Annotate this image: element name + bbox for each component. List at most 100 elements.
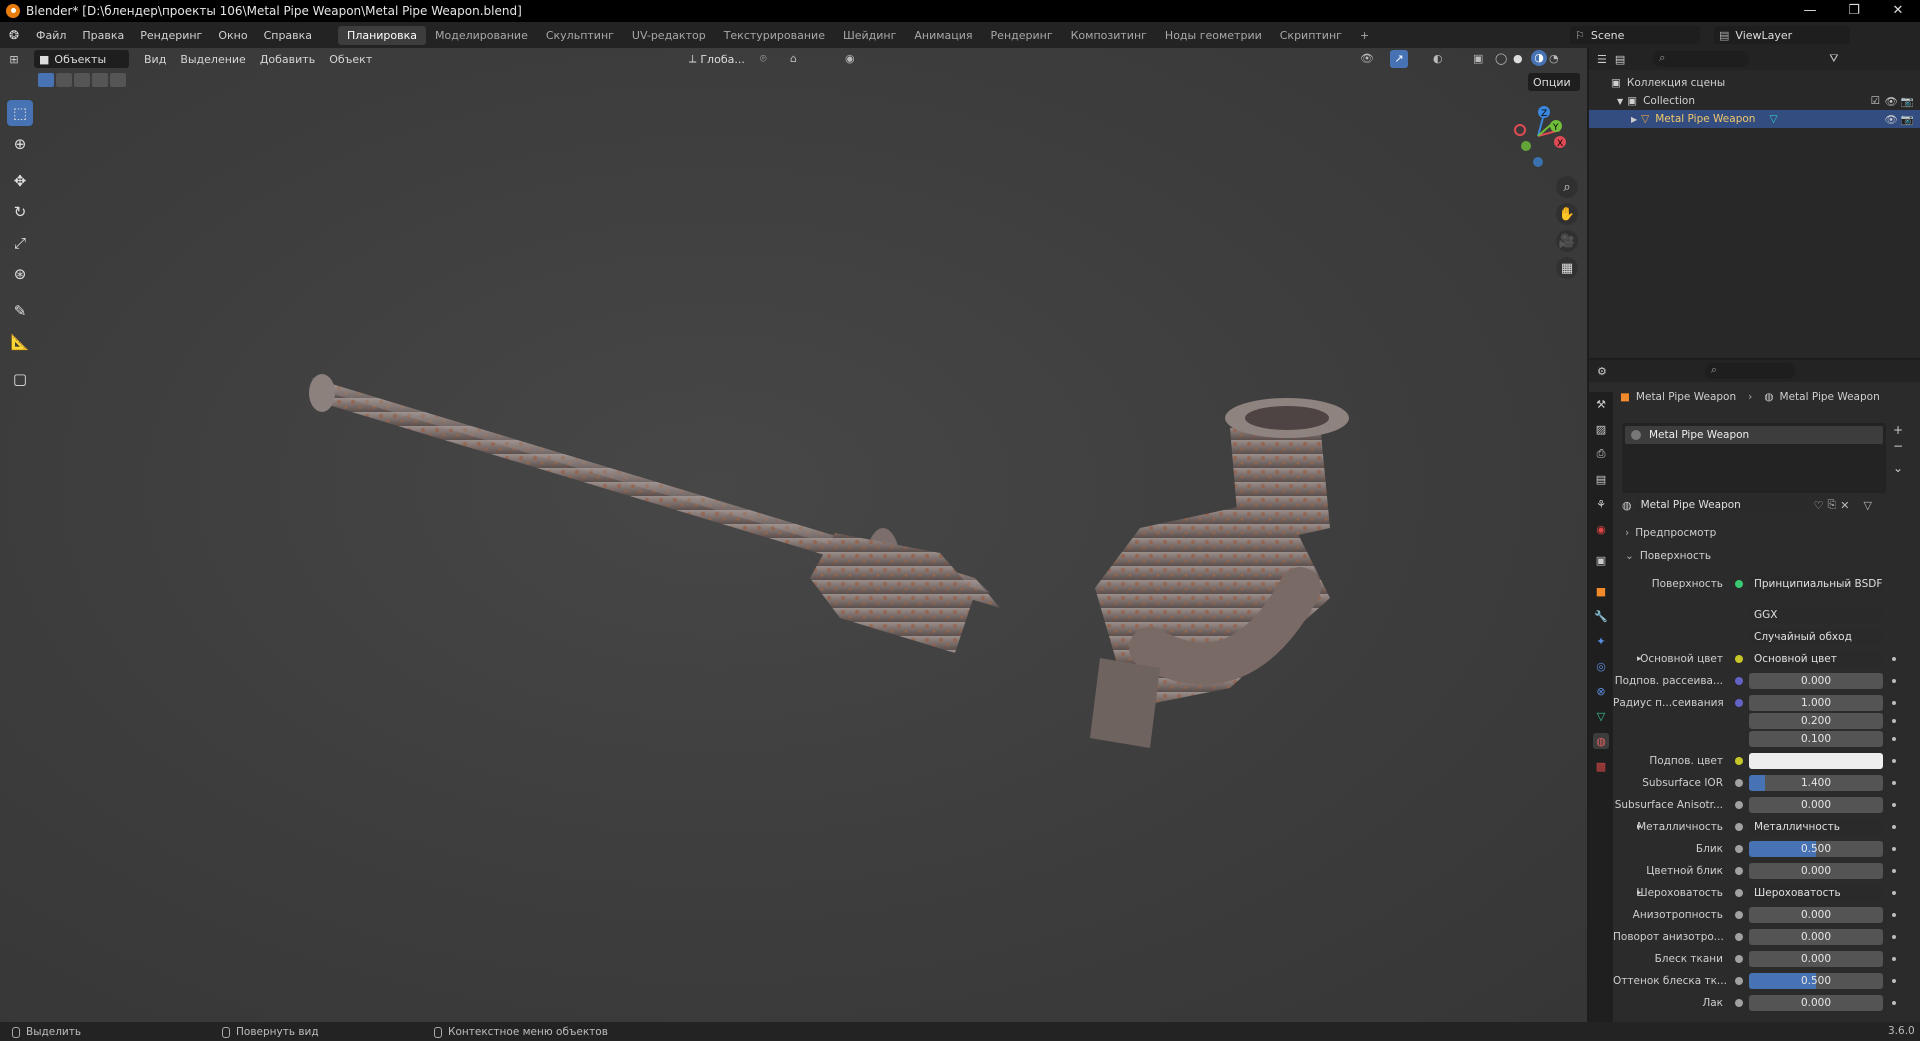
measure-tool-icon[interactable]: 📐 xyxy=(7,329,33,355)
tab-sculpting[interactable]: Скульптинг xyxy=(537,26,623,45)
keyframe-dot-icon[interactable] xyxy=(1892,957,1896,961)
constraints-tab-icon[interactable]: ⊗ xyxy=(1593,683,1609,699)
keyframe-dot-icon[interactable] xyxy=(1892,679,1896,683)
material-slot-list[interactable]: Metal Pipe Weapon xyxy=(1622,423,1886,493)
tab-shading[interactable]: Шейдинг xyxy=(834,26,905,45)
keyframe-dot-icon[interactable] xyxy=(1892,657,1896,661)
scene-tab-icon[interactable]: ⚘ xyxy=(1593,496,1609,512)
socket-icon[interactable] xyxy=(1735,911,1743,919)
remove-slot-icon[interactable]: − xyxy=(1893,439,1903,453)
menu-edit[interactable]: Правка xyxy=(74,29,132,42)
visibility-icon[interactable]: 👁 xyxy=(1360,52,1374,65)
material-slot[interactable]: Metal Pipe Weapon xyxy=(1625,426,1883,444)
value-slider[interactable]: 0.000 xyxy=(1749,995,1883,1011)
socket-icon[interactable] xyxy=(1735,779,1743,787)
value-slider[interactable]: 0.000 xyxy=(1749,863,1883,879)
proportional-edit-icon[interactable]: ◉ xyxy=(845,52,855,65)
eye-icon[interactable]: 👁 xyxy=(1885,113,1898,126)
outliner-collection[interactable]: ▼ ▣ Collection ☑ 👁 📷 xyxy=(1589,92,1920,110)
distribution-dropdown[interactable]: GGX xyxy=(1749,607,1883,623)
pipe-model[interactable] xyxy=(0,48,1587,1022)
modifier-tab-icon[interactable]: 🔧 xyxy=(1593,608,1609,624)
pivot-icon[interactable]: ⌾ xyxy=(760,52,767,66)
shader-socket-icon[interactable] xyxy=(1735,580,1743,588)
expand-arrow-icon[interactable]: ▸ xyxy=(1637,654,1642,664)
socket-icon[interactable] xyxy=(1735,977,1743,985)
linked-input-field[interactable]: Металличность xyxy=(1749,819,1883,835)
socket-icon[interactable] xyxy=(1735,823,1743,831)
menu-render[interactable]: Рендеринг xyxy=(132,29,210,42)
value-slider[interactable]: 0.000 xyxy=(1749,907,1883,923)
cursor-tool-icon[interactable]: ⊕ xyxy=(7,131,33,157)
tool-tab-icon[interactable]: ⚒ xyxy=(1593,396,1609,412)
3d-viewport[interactable] xyxy=(0,48,1587,1022)
duplicate-material-icon[interactable]: ⎘ xyxy=(1827,498,1836,512)
tab-geometry-nodes[interactable]: Ноды геометрии xyxy=(1156,26,1271,45)
keyframe-dot-icon[interactable] xyxy=(1892,847,1896,851)
camera-icon[interactable]: 📷 xyxy=(1901,95,1914,108)
material-preview-icon[interactable]: ◑ xyxy=(1531,50,1547,66)
viewlayer-selector[interactable]: ▤ ViewLayer xyxy=(1714,26,1850,44)
select-new-icon[interactable] xyxy=(38,73,54,87)
keyframe-dot-icon[interactable] xyxy=(1892,737,1896,741)
tab-layout[interactable]: Планировка xyxy=(338,25,427,45)
xray-icon[interactable]: ▣ xyxy=(1473,52,1483,65)
socket-icon[interactable] xyxy=(1735,889,1743,897)
outliner-object[interactable]: ▶ ▽ Metal Pipe Weapon ▽ 👁 📷 xyxy=(1589,110,1920,128)
collection-tab-icon[interactable]: ▣ xyxy=(1593,552,1609,568)
solid-shading-icon[interactable]: ● xyxy=(1513,52,1523,65)
socket-icon[interactable] xyxy=(1735,655,1743,663)
properties-editor-icon[interactable]: ⚙ xyxy=(1597,365,1607,378)
physics-tab-icon[interactable]: ◎ xyxy=(1593,658,1609,674)
socket-icon[interactable] xyxy=(1735,801,1743,809)
rendered-shading-icon[interactable]: ◔ xyxy=(1549,52,1559,65)
annotate-tool-icon[interactable]: ✎ xyxy=(7,298,33,324)
view-layer-tab-icon[interactable]: ▤ xyxy=(1593,471,1609,487)
socket-icon[interactable] xyxy=(1735,933,1743,941)
outliner-editor-icon[interactable]: ☰ xyxy=(1597,53,1607,66)
socket-icon[interactable] xyxy=(1735,845,1743,853)
socket-icon[interactable] xyxy=(1735,999,1743,1007)
menu-help[interactable]: Справка xyxy=(256,29,320,42)
material-tab-icon[interactable]: ◍ xyxy=(1593,733,1609,749)
expand-arrow-icon[interactable]: ▶ xyxy=(1631,115,1637,124)
keyframe-dot-icon[interactable] xyxy=(1892,869,1896,873)
tab-modeling[interactable]: Моделирование xyxy=(426,26,537,45)
keyframe-dot-icon[interactable] xyxy=(1892,803,1896,807)
unlink-material-icon[interactable]: ✕ xyxy=(1840,499,1849,512)
tab-scripting[interactable]: Скриптинг xyxy=(1271,26,1351,45)
eye-icon[interactable]: 👁 xyxy=(1885,95,1898,108)
socket-icon[interactable] xyxy=(1735,757,1743,765)
select-intersect-icon[interactable] xyxy=(110,73,126,87)
properties-search-input[interactable]: ⌕ xyxy=(1704,363,1795,379)
rotate-tool-icon[interactable]: ↻ xyxy=(7,199,33,225)
subsurface-method-dropdown[interactable]: Случайный обход xyxy=(1749,629,1883,645)
add-cube-tool-icon[interactable]: ▢ xyxy=(7,366,33,392)
menu-window[interactable]: Окно xyxy=(210,29,255,42)
color-swatch[interactable] xyxy=(1749,753,1883,769)
zoom-icon[interactable]: ⌕ xyxy=(1556,176,1578,198)
world-tab-icon[interactable]: ◉ xyxy=(1593,521,1609,537)
value-slider[interactable]: 0.000 xyxy=(1749,929,1883,945)
navigation-gizmo[interactable]: X Z Y xyxy=(1502,100,1574,172)
gizmo-toggle-icon[interactable]: ↗ xyxy=(1390,50,1408,68)
blender-menu-icon[interactable]: ❂ xyxy=(0,28,28,42)
select-invert-icon[interactable] xyxy=(92,73,108,87)
menu-add[interactable]: Добавить xyxy=(253,53,322,66)
keyframe-dot-icon[interactable] xyxy=(1892,891,1896,895)
select-extend-icon[interactable] xyxy=(56,73,72,87)
material-slot-link-icon[interactable]: ▽ xyxy=(1864,499,1872,512)
output-tab-icon[interactable]: ⎙ xyxy=(1593,446,1609,462)
value-slider[interactable]: 0.200 xyxy=(1749,713,1883,729)
perspective-grid-icon[interactable]: ▦ xyxy=(1556,257,1578,279)
pan-hand-icon[interactable]: ✋ xyxy=(1556,203,1578,225)
mode-selector[interactable]: ■ Объекты xyxy=(34,50,129,68)
select-subtract-icon[interactable] xyxy=(74,73,90,87)
keyframe-dot-icon[interactable] xyxy=(1892,825,1896,829)
texture-tab-icon[interactable]: ▩ xyxy=(1593,758,1609,774)
restore-icon[interactable]: ❐ xyxy=(1832,0,1876,22)
move-tool-icon[interactable]: ✥ xyxy=(7,168,33,194)
add-workspace-button[interactable]: + xyxy=(1351,26,1378,45)
editor-type-icon[interactable]: ⊞ xyxy=(0,53,28,66)
outliner-scene-collection[interactable]: ▣ Коллекция сцены xyxy=(1589,74,1920,92)
